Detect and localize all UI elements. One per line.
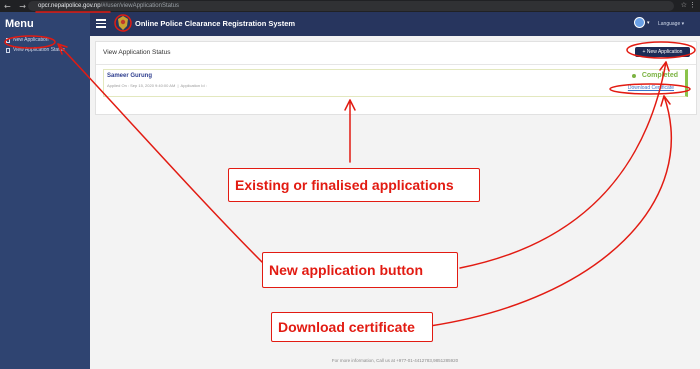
arrow-to-download <box>429 95 673 327</box>
highlight-download-certificate <box>609 83 691 95</box>
highlight-new-application-sidebar <box>4 35 56 49</box>
arrow-to-new-button <box>459 61 667 269</box>
arrow-to-sidebar <box>57 43 263 263</box>
annotation-download-certificate: Download certificate <box>271 312 433 342</box>
highlight-logo <box>114 14 132 32</box>
annotation-new-application-button: New application button <box>262 252 458 288</box>
highlight-new-application-button <box>626 41 696 59</box>
annotation-existing-applications: Existing or finalised applications <box>228 168 480 202</box>
